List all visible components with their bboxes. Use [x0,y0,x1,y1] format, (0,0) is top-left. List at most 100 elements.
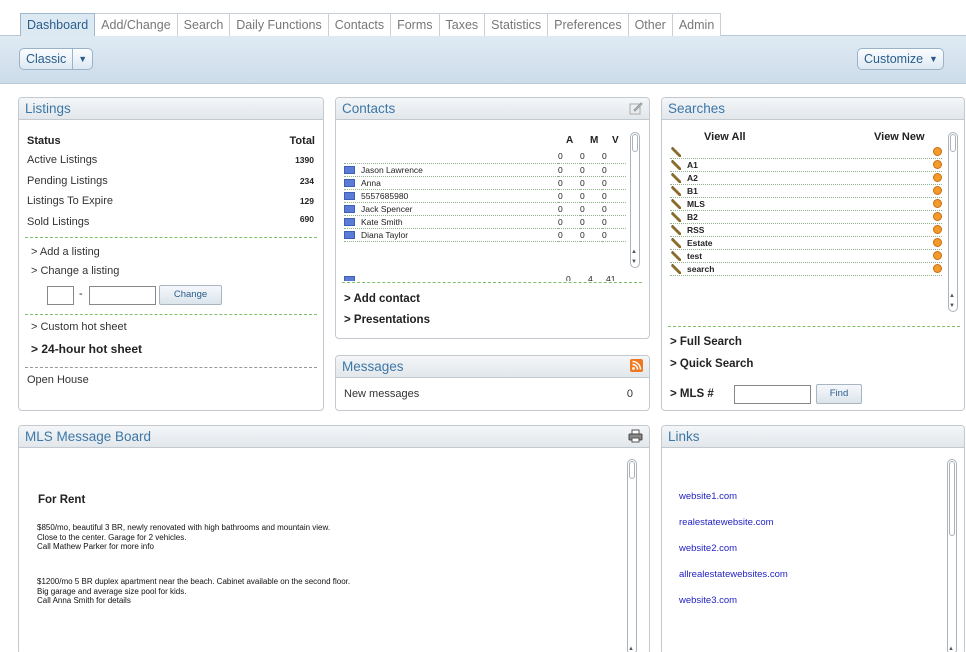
scroll-thumb[interactable] [949,461,955,536]
tab-daily-functions[interactable]: Daily Functions [230,13,329,36]
tab-admin[interactable]: Admin [672,13,722,36]
scroll-thumb[interactable] [632,134,638,152]
pencil-icon[interactable] [670,264,682,275]
contact-row[interactable]: Jason Lawrence 0 0 0 [344,163,626,177]
scroll-up-icon[interactable]: ▲ [949,293,955,299]
tab-statistics[interactable]: Statistics [485,13,549,36]
listing-status-label[interactable]: Active Listings [27,154,97,166]
saved-search-row[interactable]: MLS [670,198,942,211]
mls-number-input[interactable] [734,385,811,404]
contact-row[interactable]: Diana Taylor 0 0 0 [344,228,626,242]
tab-preferences[interactable]: Preferences [548,13,629,36]
contact-row[interactable]: Kate Smith 0 0 0 [344,215,626,229]
pencil-icon[interactable] [670,225,682,236]
new-results-icon[interactable] [933,186,942,195]
mail-icon[interactable] [344,192,355,201]
pencil-icon[interactable] [670,251,682,262]
chevron-down-icon[interactable]: ▼ [72,49,92,69]
contact-row[interactable]: 5557685980 0 0 0 [344,189,626,203]
open-house-link[interactable]: Open House [27,374,89,386]
tab-other[interactable]: Other [628,13,673,36]
pencil-icon[interactable] [670,173,682,184]
mail-icon[interactable] [344,218,355,227]
link-item[interactable]: website2.com [679,543,737,554]
links-scrollbar[interactable]: ▲ [947,459,957,652]
tab-taxes[interactable]: Taxes [439,13,486,36]
add-listing-link[interactable]: > Add a listing [31,246,100,258]
new-results-icon[interactable] [933,212,942,221]
scroll-up-icon[interactable]: ▲ [628,646,634,652]
listing-status-label[interactable]: Sold Listings [27,216,89,228]
listing-status-label[interactable]: Pending Listings [27,175,108,187]
saved-search-row[interactable]: B1 [670,185,942,198]
tab-forms[interactable]: Forms [391,13,440,36]
quick-search-link[interactable]: > Quick Search [670,358,753,370]
saved-search-row[interactable]: A2 [670,172,942,185]
layout-select[interactable]: Classic ▼ [19,48,94,70]
listing-number-input[interactable] [89,286,156,305]
print-icon[interactable] [628,429,643,446]
full-search-link[interactable]: > Full Search [670,336,742,348]
link-item[interactable]: realestatewebsite.com [679,517,774,528]
mail-icon[interactable] [344,166,355,175]
pencil-icon[interactable] [670,212,682,223]
link-item[interactable]: website1.com [679,491,737,502]
listing-prefix-input[interactable] [47,286,74,305]
customize-button[interactable]: Customize ▼ [857,48,944,70]
change-listing-link[interactable]: > Change a listing [31,265,119,277]
scroll-up-icon[interactable]: ▲ [631,249,637,255]
scroll-down-icon[interactable]: ▼ [631,259,637,265]
saved-search-row[interactable] [670,146,942,159]
presentations-link[interactable]: > Presentations [344,314,430,326]
new-results-icon[interactable] [933,199,942,208]
custom-hot-sheet-link[interactable]: > Custom hot sheet [31,321,127,333]
new-results-icon[interactable] [933,251,942,260]
change-button[interactable]: Change [159,285,222,305]
scroll-up-icon[interactable]: ▲ [948,646,954,652]
new-results-icon[interactable] [933,173,942,182]
pencil-icon[interactable] [670,160,682,171]
mail-icon[interactable] [344,231,355,240]
add-contact-link[interactable]: > Add contact [344,293,420,305]
tab-search[interactable]: Search [177,13,231,36]
saved-search-row[interactable]: B2 [670,211,942,224]
pencil-icon[interactable] [670,199,682,210]
link-item[interactable]: allrealestatewebsites.com [679,569,788,580]
saved-search-row[interactable]: RSS [670,224,942,237]
searches-scrollbar[interactable]: ▲ ▼ [948,132,958,312]
tab-contacts[interactable]: Contacts [328,13,392,36]
hot-sheet-24-link[interactable]: > 24-hour hot sheet [31,342,142,356]
rss-icon[interactable] [630,359,643,375]
link-item[interactable]: website3.com [679,595,737,606]
scroll-thumb[interactable] [950,134,956,152]
mail-icon[interactable] [344,205,355,214]
listing-status-label[interactable]: Listings To Expire [27,195,113,207]
pencil-icon[interactable] [670,186,682,197]
scroll-thumb[interactable] [629,461,635,479]
scroll-down-icon[interactable]: ▼ [949,303,955,309]
view-new-link[interactable]: View New [874,131,925,143]
new-results-icon[interactable] [933,160,942,169]
tab-add-change[interactable]: Add/Change [95,13,178,36]
contacts-scrollbar[interactable]: ▲ ▼ [630,132,640,268]
board-scrollbar[interactable]: ▲ [627,459,637,652]
view-all-link[interactable]: View All [704,131,746,143]
saved-search-row[interactable]: A1 [670,159,942,172]
new-results-icon[interactable] [933,225,942,234]
mail-icon[interactable] [344,179,355,188]
contact-row[interactable]: Jack Spencer 0 0 0 [344,202,626,216]
contact-row[interactable]: 0 0 0 [344,150,626,164]
find-button[interactable]: Find [816,384,862,404]
tab-dashboard[interactable]: Dashboard [20,13,96,36]
pencil-icon[interactable] [670,238,682,249]
saved-search-row[interactable]: Estate [670,237,942,250]
saved-search-row[interactable]: search [670,263,942,276]
new-results-icon[interactable] [933,147,942,156]
saved-search-row[interactable]: test [670,250,942,263]
edit-icon[interactable] [629,101,643,118]
new-messages-label[interactable]: New messages [344,388,419,400]
new-results-icon[interactable] [933,264,942,273]
new-results-icon[interactable] [933,238,942,247]
contact-row[interactable]: Anna 0 0 0 [344,176,626,190]
pencil-icon[interactable] [670,147,682,158]
